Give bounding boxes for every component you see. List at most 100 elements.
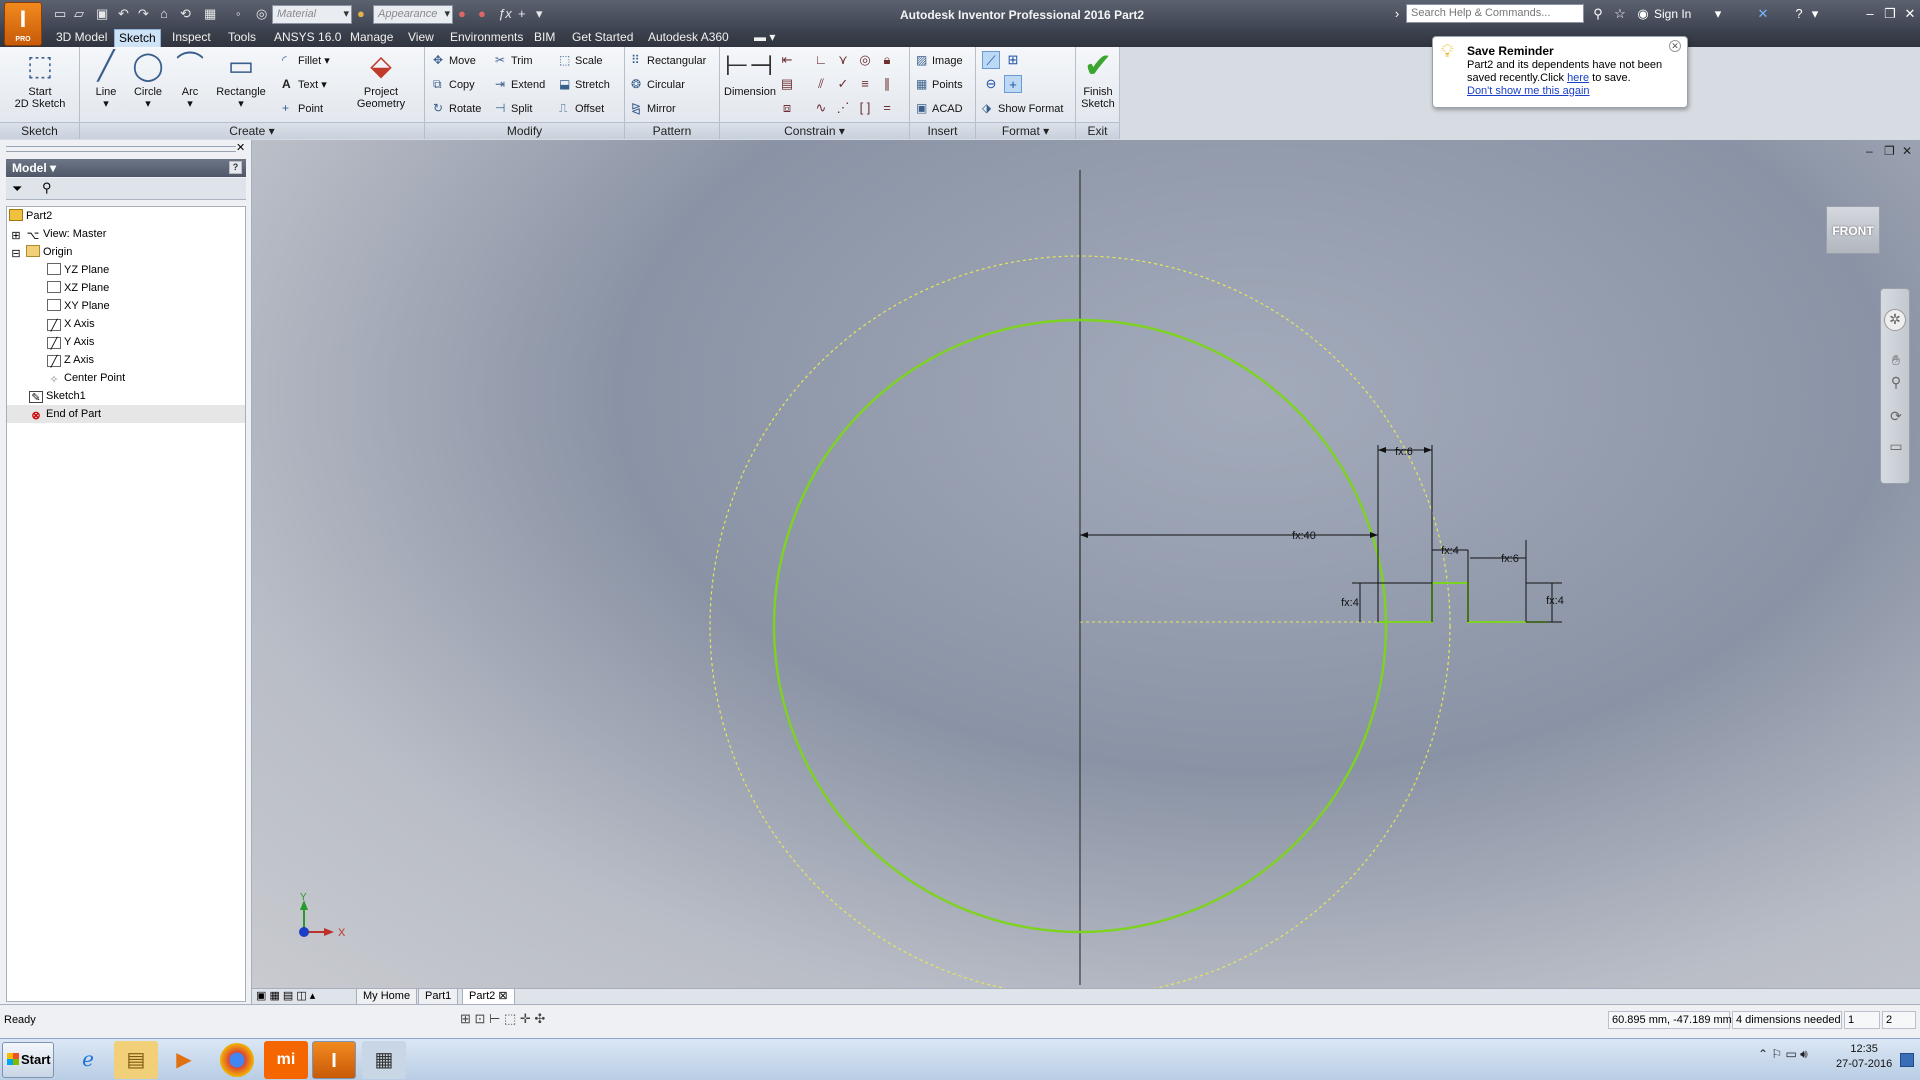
home-icon[interactable]: ⌂	[160, 5, 168, 23]
system-tray[interactable]: ⌃ ⚐ ▭ 🔊︎	[1758, 1047, 1808, 1062]
tree-item-center-point[interactable]: ✧ Center Point	[47, 369, 125, 387]
fillet-button[interactable]: ◜ Fillet ▾	[282, 53, 330, 68]
start-2d-sketch-button[interactable]: ⬚ Start 2D Sketch	[8, 49, 72, 110]
browser-grip[interactable]	[6, 146, 236, 152]
measure-icon[interactable]: ◎	[256, 5, 267, 23]
acad-button[interactable]: ▣ ACAD	[916, 101, 963, 116]
finish-sketch-button[interactable]: ✔ Finish Sketch	[1076, 49, 1120, 110]
pan-hand-icon[interactable]: ✋︎	[1887, 351, 1905, 369]
arc-button[interactable]: ⌒ Arc ▾	[170, 49, 210, 110]
circle-button[interactable]: ◯ Circle ▾	[128, 49, 168, 110]
rectangular-pattern-button[interactable]: ⠿ Rectangular	[631, 53, 706, 68]
viewport-minimize-icon[interactable]: –	[1866, 144, 1873, 158]
image-button[interactable]: ▨ Image	[916, 53, 963, 68]
save-here-link[interactable]: here	[1567, 72, 1589, 84]
minimize-icon[interactable]: –	[1862, 5, 1878, 23]
tab-autodesk-a360[interactable]: Autodesk A360	[644, 29, 733, 47]
trim-button[interactable]: ✂ Trim	[495, 53, 533, 68]
perpendicular-icon[interactable]: ∟	[812, 51, 830, 69]
tab-tools[interactable]: Tools	[224, 29, 260, 47]
view-cube[interactable]: FRONT	[1826, 206, 1880, 254]
dimension-fx4-left[interactable]: fx:4	[1341, 597, 1359, 609]
collinear-icon[interactable]: ⋰	[834, 99, 852, 117]
point-button[interactable]: + Point	[282, 101, 323, 116]
exchange-apps-icon[interactable]: ✕	[1754, 5, 1772, 23]
tile-views-icon[interactable]: ▣ ▦ ▤ ◫ ▴	[256, 989, 315, 1002]
dimension-button[interactable]: ⊢⊣ Dimension	[724, 49, 776, 98]
help-search-input[interactable]: Search Help & Commands...	[1406, 4, 1584, 23]
tree-item-view-master[interactable]: ⊞ ⌥ View: Master	[9, 225, 106, 243]
tab-3d-model[interactable]: 3D Model	[52, 29, 111, 47]
inventor-icon[interactable]: I	[312, 1041, 356, 1079]
tree-item-end-of-part[interactable]: ⊗ End of Part	[7, 405, 245, 423]
tab-get-started[interactable]: Get Started	[568, 29, 637, 47]
vertical-icon[interactable]: ∥	[878, 75, 896, 93]
tab-view[interactable]: View	[404, 29, 438, 47]
concentric-icon[interactable]: ◎	[856, 51, 874, 69]
open-icon[interactable]: ▱	[74, 5, 84, 23]
auto-dimension-icon[interactable]: ⇤	[778, 51, 796, 69]
save-icon[interactable]: ▣	[96, 5, 108, 23]
doc-tab-part2[interactable]: Part2 ⊠	[462, 989, 515, 1005]
chevron-down-icon[interactable]: ▾	[1712, 5, 1724, 23]
horizontal-icon[interactable]: ≡	[856, 75, 874, 93]
move-button[interactable]: ✥ Move	[433, 53, 476, 68]
mi-icon[interactable]: mi	[264, 1041, 308, 1079]
tab-bim[interactable]: BIM	[530, 29, 559, 47]
coincident-icon[interactable]: ✓	[834, 75, 852, 93]
tab-overflow-icon[interactable]: ▬ ▾	[750, 29, 779, 47]
orbit-icon[interactable]: ⟳	[1887, 407, 1905, 425]
offset-button[interactable]: ⎍ Offset	[559, 101, 604, 116]
extend-button[interactable]: ⇥ Extend	[495, 77, 545, 92]
line-button[interactable]: ╱ Line ▾	[86, 49, 126, 110]
scale-button[interactable]: ⬚ Scale	[559, 53, 603, 68]
fix-icon[interactable]: 🔒︎	[878, 51, 896, 69]
clock[interactable]: 12:35 27-07-2016	[1836, 1042, 1892, 1072]
dimension-fx4-right[interactable]: fx:4	[1546, 595, 1564, 607]
stretch-button[interactable]: ⬓ Stretch	[559, 77, 610, 92]
fx-parameters-icon[interactable]: ƒx	[498, 5, 512, 23]
tree-item-x-axis[interactable]: ╱ X Axis	[47, 315, 95, 333]
doc-tab-my-home[interactable]: My Home	[356, 989, 418, 1005]
tree-item-y-axis[interactable]: ╱ Y Axis	[47, 333, 94, 351]
parallel-icon[interactable]: ⫽	[812, 75, 830, 93]
tree-item-part2[interactable]: Part2	[9, 207, 52, 225]
rectangle-button[interactable]: ▭ Rectangle ▾	[212, 49, 270, 110]
tree-item-xy-plane[interactable]: XY Plane	[47, 297, 110, 315]
center-line-icon[interactable]: ⊖	[982, 75, 1000, 93]
show-constraints-icon[interactable]: ▤	[778, 75, 796, 93]
tab-inspect[interactable]: Inspect	[168, 29, 215, 47]
look-at-icon[interactable]: ▭	[1887, 437, 1905, 455]
tab-sketch[interactable]: Sketch	[114, 29, 161, 47]
ie-icon[interactable]: ℯ	[66, 1041, 110, 1079]
chrome-icon[interactable]	[220, 1043, 254, 1077]
new-icon[interactable]: ▭	[54, 5, 66, 23]
browser-title[interactable]: Model ▾?	[6, 159, 246, 177]
close-icon[interactable]: ✕	[236, 141, 245, 154]
mirror-button[interactable]: ⧎ Mirror	[631, 101, 676, 116]
split-button[interactable]: ⊣ Split	[495, 101, 532, 116]
viewport-restore-icon[interactable]: ❐	[1884, 144, 1895, 158]
tangent-icon[interactable]: ⋎	[834, 51, 852, 69]
select-icon[interactable]: ▦	[204, 5, 216, 23]
graphics-window[interactable]: fx:6 fx:40 fx:4 fx:6 fx:4 fx:4 X Y – ❐ ✕…	[252, 140, 1920, 988]
copy-button[interactable]: ⧉ Copy	[433, 77, 475, 92]
undo-icon[interactable]: ↶	[118, 5, 129, 23]
tab-environments[interactable]: Environments	[446, 29, 527, 47]
constrain-panel-label[interactable]: Constrain ▾	[720, 122, 909, 139]
update-icon[interactable]: ◦	[236, 5, 241, 23]
adjust-icon[interactable]: ●	[478, 5, 486, 23]
sketch-canvas[interactable]: fx:6 fx:40 fx:4 fx:6 fx:4 fx:4 X Y	[252, 140, 1920, 988]
sketch-tools-icons[interactable]: ⊞ ⊡ ⊢ ⬚ ✛ ✣	[460, 1011, 545, 1027]
points-button[interactable]: ▦ Points	[916, 77, 963, 92]
favorites-star-icon[interactable]: ☆	[1612, 5, 1628, 23]
browser-help-icon[interactable]: ?	[229, 161, 242, 174]
zoom-icon[interactable]: ⚲	[1887, 373, 1905, 391]
find-binoculars-icon[interactable]: ⚲	[42, 180, 52, 196]
customize-icon[interactable]: ▾	[536, 5, 543, 23]
media-player-icon[interactable]: ▶	[162, 1041, 206, 1079]
appearance-combo[interactable]: Appearance ▾	[373, 5, 453, 24]
symmetric-icon[interactable]: [ ]	[856, 99, 874, 117]
tree-item-yz-plane[interactable]: YZ Plane	[47, 261, 109, 279]
tab-manage[interactable]: Manage	[346, 29, 397, 47]
